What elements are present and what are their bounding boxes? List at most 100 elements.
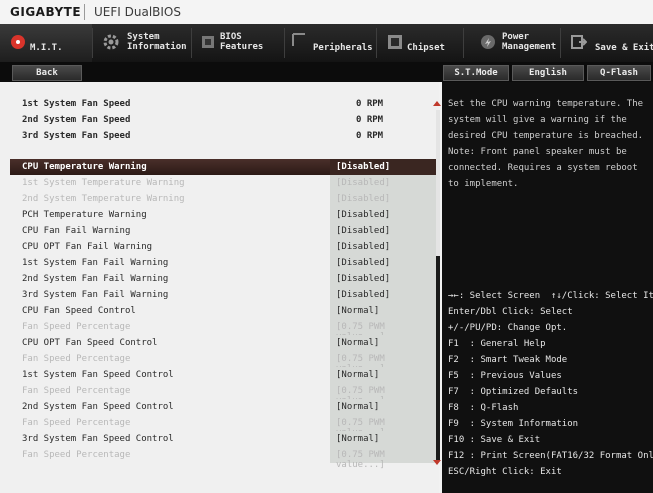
fan-speed-row: 1st System Fan Speed 0 RPM [10,96,436,112]
scrollbar-thumb[interactable] [436,256,440,460]
setting-label: Fan Speed Percentage [22,322,131,332]
key-legend-item: F12 : Print Screen(FAT16/32 Format Only) [448,451,653,461]
setting-value: [Normal] [336,370,380,380]
setting-value: [Normal] [336,338,380,348]
setting-label: CPU Fan Fail Warning [22,226,131,236]
tab-system-information[interactable]: System Information [93,24,191,62]
setting-value: [Disabled] [336,162,391,172]
bios-name: UEFI DualBIOS [94,5,181,19]
setting-value: [Disabled] [336,290,391,300]
gigabyte-logo: GIGABYTE [10,5,82,19]
setting-row[interactable]: Fan Speed Percentage[0.75 PWM value...] [10,415,436,438]
mit-icon [10,34,28,52]
setting-row[interactable]: 1st System Fan Fail Warning [Disabled] [10,255,436,271]
back-button[interactable]: Back [12,65,82,81]
setting-value: [Disabled] [336,210,391,220]
key-legend-item: F10 : Save & Exit [448,435,541,445]
setting-row[interactable]: 3rd System Fan Speed Control [Normal] [10,431,436,447]
setting-label: CPU Fan Speed Control [22,306,136,316]
setting-row[interactable]: 1st System Fan Speed Control [Normal] [10,367,436,383]
setting-label: 3rd System Fan Speed Control [22,434,174,444]
tab-bios-features[interactable]: BIOS Features [192,24,284,62]
setting-row[interactable]: 2nd System Temperature Warning [Disabled] [10,191,436,207]
setting-value: [Disabled] [336,258,391,268]
setting-label: 1st System Fan Fail Warning [22,258,169,268]
setting-value: [Disabled] [336,242,391,252]
fan-speed-label: 3rd System Fan Speed [22,131,131,141]
setting-row[interactable]: 2nd System Fan Fail Warning [Disabled] [10,271,436,287]
setting-value: [0.75 PWM value...] [336,450,385,470]
key-legend-item: F8 : Q-Flash [448,403,519,413]
setting-row[interactable]: PCH Temperature Warning [Disabled] [10,207,436,223]
setting-label: 2nd System Fan Speed Control [22,402,174,412]
scroll-down-arrow-icon[interactable] [433,460,441,465]
setting-label: CPU OPT Fan Speed Control [22,338,158,348]
tab-mit-label: M.I.T. [30,43,63,53]
fan-speed-value: 0 RPM [356,131,384,141]
power-icon [480,34,498,52]
scroll-up-arrow-icon[interactable] [433,101,441,106]
tab-power-management[interactable]: Power Management [464,24,560,62]
setting-label: 1st System Temperature Warning [22,178,185,188]
setting-row[interactable]: 1st System Temperature Warning [Disabled] [10,175,436,191]
tab-mit[interactable]: M.I.T. [0,24,92,62]
settings-pane: 1st System Fan Speed 0 RPM 2nd System Fa… [0,82,439,493]
peripherals-icon [291,30,309,48]
setting-value: [Disabled] [336,274,391,284]
setting-value: [Disabled] [336,226,391,236]
key-legend-item: Enter/Dbl Click: Select [448,307,573,317]
tab-power-management-label: Power Management [502,32,557,52]
key-legend-item: ESC/Right Click: Exit [448,467,562,477]
tab-bios-features-label: BIOS Features [220,32,264,52]
setting-value: [Normal] [336,402,380,412]
setting-row[interactable]: 3rd System Fan Fail Warning [Disabled] [10,287,436,303]
setting-row[interactable]: CPU Fan Speed Control [Normal] [10,303,436,319]
setting-value: [Disabled] [336,194,391,204]
tab-peripherals-label: Peripherals [313,43,373,53]
setting-row[interactable]: 2nd System Fan Speed Control [Normal] [10,399,436,415]
gear-icon [103,34,121,52]
setting-label: PCH Temperature Warning [22,210,147,220]
bios-screen: GIGABYTE UEFI DualBIOS M.I.T. System Inf… [0,0,653,493]
setting-value: [Disabled] [336,178,391,188]
setting-row[interactable]: Fan Speed Percentage[0.75 PWM value...] [10,383,436,406]
fan-speed-value: 0 RPM [356,99,384,109]
setting-label: Fan Speed Percentage [22,386,131,396]
setting-label: 2nd System Fan Fail Warning [22,274,169,284]
key-legend-item: →←: Select Screen ↑↓/Click: Select Item [448,291,653,301]
setting-label: 3rd System Fan Fail Warning [22,290,169,300]
setting-label: CPU OPT Fan Fail Warning [22,242,153,252]
setting-row[interactable]: Fan Speed Percentage[0.75 PWM value...] [10,319,436,342]
help-pane: Set the CPU warning temperature. The sys… [442,82,653,493]
qflash-button[interactable]: Q-Flash [587,65,651,81]
setting-row[interactable]: Fan Speed Percentage[0.75 PWM value...] [10,351,436,374]
setting-label: Fan Speed Percentage [22,354,131,364]
main-tab-bar: M.I.T. System Information BIOS Features … [0,24,653,62]
st-mode-button[interactable]: S.T.Mode [443,65,509,81]
setting-row-cpu-temperature-warning[interactable]: CPU Temperature Warning [Disabled] [10,159,436,175]
setting-row[interactable]: CPU OPT Fan Speed Control [Normal] [10,335,436,351]
help-description: Set the CPU warning temperature. The sys… [448,99,644,189]
key-legend-item: +/-/PU/PD: Change Opt. [448,323,568,333]
tab-save-exit[interactable]: Save & Exit [561,24,653,62]
setting-value: [Normal] [336,434,380,444]
fan-speed-row: 3rd System Fan Speed 0 RPM [10,128,436,144]
exit-icon [571,34,589,52]
setting-label: Fan Speed Percentage [22,450,131,460]
setting-row[interactable]: CPU Fan Fail Warning [Disabled] [10,223,436,239]
key-legend-item: F5 : Previous Values [448,371,562,381]
fan-speed-row: 2nd System Fan Speed 0 RPM [10,112,436,128]
setting-row[interactable]: Fan Speed Percentage [0.75 PWM value...] [10,447,436,470]
setting-row[interactable]: CPU OPT Fan Fail Warning [Disabled] [10,239,436,255]
key-legend-item: F1 : General Help [448,339,546,349]
bios-icon [200,34,218,52]
key-legend-item: F7 : Optimized Defaults [448,387,579,397]
tab-chipset-label: Chipset [407,43,445,53]
setting-label: Fan Speed Percentage [22,418,131,428]
language-button[interactable]: English [512,65,584,81]
tab-peripherals[interactable]: Peripherals [285,24,376,62]
tab-chipset[interactable]: Chipset [377,24,463,62]
setting-label: 1st System Fan Speed Control [22,370,174,380]
tab-save-exit-label: Save & Exit [595,43,653,53]
setting-label: CPU Temperature Warning [22,162,147,172]
